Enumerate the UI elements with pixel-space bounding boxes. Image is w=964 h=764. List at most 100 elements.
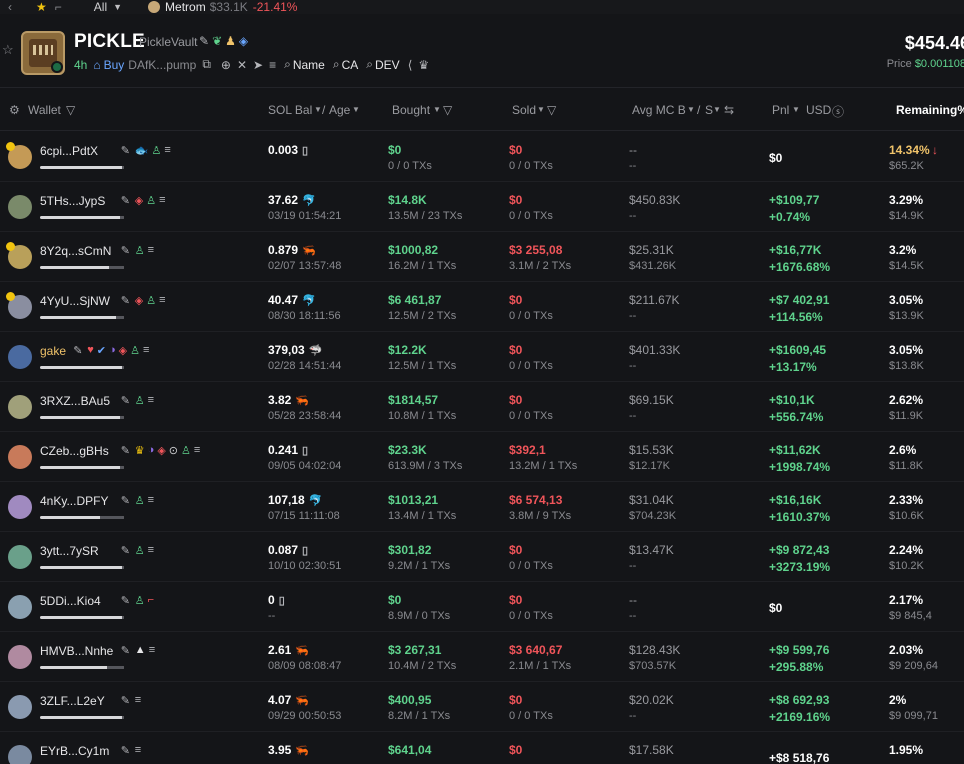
- edit-icon[interactable]: ✎: [121, 594, 130, 607]
- edit-icon[interactable]: ✎: [121, 394, 130, 407]
- col-avg-mc[interactable]: Avg MC B: [632, 103, 686, 117]
- sort-icon[interactable]: ▼: [314, 105, 322, 114]
- sort-icon[interactable]: ▼: [687, 105, 695, 114]
- table-row[interactable]: CZeb...gBHs ✎ ♛ ◑ ◈ ⊙ ♙ ≡ 0.241 ▯ 09/05 04:02:04 $2…: [0, 432, 964, 482]
- sort-icon[interactable]: ▼: [713, 105, 721, 114]
- star-icon[interactable]: ★: [36, 1, 47, 13]
- wallet-address[interactable]: 4YyU...SjNW: [40, 294, 110, 308]
- avatar[interactable]: [6, 242, 32, 269]
- sort-icon[interactable]: ▼: [352, 105, 360, 114]
- wallet-address[interactable]: CZeb...gBHs: [40, 444, 109, 458]
- contract-address[interactable]: DAfK...pump: [128, 58, 196, 72]
- chart-icon[interactable]: ⌐: [55, 1, 62, 13]
- chevron-down-icon[interactable]: ▼: [113, 2, 122, 12]
- wallet-address[interactable]: 6cpi...PdtX: [40, 144, 98, 158]
- col-wallet[interactable]: Wallet: [28, 103, 61, 117]
- col-sold[interactable]: Sold: [512, 103, 536, 117]
- telegram-icon[interactable]: ➤: [253, 58, 263, 72]
- table-row[interactable]: 5DDi...Kio4 ✎ ♙ ⌐ 0 ▯ -- $0 8.9M / 0 TXs $0 0 / 0 …: [0, 582, 964, 632]
- filter-icon[interactable]: ▽: [547, 103, 556, 117]
- filter-all-dropdown[interactable]: All: [94, 0, 107, 14]
- wallet-address[interactable]: 4nKy...DPFY: [40, 494, 108, 508]
- buy-icon[interactable]: ⌂: [93, 58, 100, 72]
- edit-icon[interactable]: ✎: [121, 144, 130, 157]
- globe-icon[interactable]: ⊕: [221, 58, 231, 72]
- token-avatar[interactable]: [148, 1, 161, 13]
- watch-token-name[interactable]: Metrom: [165, 0, 206, 14]
- star-outline-icon[interactable]: ☆: [2, 42, 14, 58]
- search-ca-link[interactable]: CA: [342, 58, 359, 72]
- table-row[interactable]: 3ZLF...L2eY ✎ ≡ 4.07 🦐 09/29 00:50:53 $400,95 8…: [0, 682, 964, 732]
- table-row[interactable]: 4YyU...SjNW ✎ ◈ ♙ ≡ 40.47 🐬 08/30 18:11:56 $6 46…: [0, 282, 964, 332]
- edit-icon[interactable]: ✎: [121, 544, 130, 557]
- avatar[interactable]: [8, 495, 32, 519]
- col-remaining[interactable]: Remaining%: [896, 103, 964, 117]
- edit-icon[interactable]: ✎: [121, 194, 130, 207]
- filter-icon[interactable]: ▽: [443, 103, 452, 117]
- wallet-address[interactable]: gake: [40, 344, 66, 358]
- share-icon[interactable]: ⟨: [408, 58, 413, 72]
- avatar[interactable]: [8, 695, 32, 719]
- edit-icon[interactable]: ✎: [73, 344, 82, 357]
- search-dev-link[interactable]: DEV: [375, 58, 400, 72]
- table-row[interactable]: 3ytt...7ySR ✎ ♙ ≡ 0.087 ▯ 10/10 02:30:51 $301,8…: [0, 532, 964, 582]
- copy-icon[interactable]: ⧉: [202, 57, 211, 72]
- wallet-address[interactable]: 5DDi...Kio4: [40, 594, 101, 608]
- wallet-address[interactable]: HMVB...Nnhe: [40, 644, 113, 658]
- avatar[interactable]: [6, 142, 32, 169]
- col-age[interactable]: Age: [329, 103, 350, 117]
- avatar[interactable]: [8, 445, 32, 469]
- crown-icon[interactable]: ♛: [418, 58, 429, 72]
- avatar[interactable]: [8, 345, 32, 369]
- col-bought[interactable]: Bought: [392, 103, 430, 117]
- wallet-address[interactable]: 5THs...JypS: [40, 194, 105, 208]
- col-usd[interactable]: USD: [806, 103, 831, 117]
- buy-link[interactable]: Buy: [104, 58, 125, 72]
- swap-icon[interactable]: ⇆: [724, 103, 734, 117]
- edit-icon[interactable]: ✎: [121, 444, 130, 457]
- avatar[interactable]: [8, 195, 32, 219]
- menu-icon[interactable]: ≡: [269, 58, 276, 72]
- dollar-toggle-icon[interactable]: ⓢ: [832, 103, 844, 120]
- edit-icon[interactable]: ✎: [121, 694, 130, 707]
- settings-icon[interactable]: ⚙: [9, 103, 20, 117]
- wallet-address[interactable]: 3RXZ...BAu5: [40, 394, 110, 408]
- avatar[interactable]: [8, 595, 32, 619]
- token-image[interactable]: [21, 31, 65, 75]
- table-row[interactable]: 3RXZ...BAu5 ✎ ♙ ≡ 3.82 🦐 05/28 23:58:44 $1814,5…: [0, 382, 964, 432]
- sort-icon[interactable]: ▼: [792, 105, 800, 114]
- table-row[interactable]: gake ✎ ♥ ✔ ◑ ◈ ♙ ≡ 379,03 🦈 02/28 14:51:44 $12.2K 12…: [0, 332, 964, 382]
- col-sol-bal[interactable]: SOL Bal: [268, 103, 312, 117]
- table-row[interactable]: 8Y2q...sCmN ✎ ♙ ≡ 0.879 🦐 02/07 13:57:48 $1000,…: [0, 232, 964, 282]
- wallet-address[interactable]: 8Y2q...sCmN: [40, 244, 111, 258]
- col-pnl[interactable]: Pnl: [772, 103, 789, 117]
- table-row[interactable]: 4nKy...DPFY ✎ ♙ ≡ 107,18 🐬 07/15 11:11:08 $1013…: [0, 482, 964, 532]
- search-dev-icon[interactable]: ⌕: [366, 57, 373, 72]
- twitter-icon[interactable]: ✕: [237, 58, 247, 72]
- edit-icon[interactable]: ✎: [121, 644, 130, 657]
- search-name-icon[interactable]: ⌕: [284, 57, 291, 72]
- edit-icon[interactable]: ✎: [121, 744, 130, 757]
- sort-icon[interactable]: ▼: [433, 105, 441, 114]
- edit-icon[interactable]: ✎: [199, 34, 209, 48]
- avatar[interactable]: [8, 645, 32, 669]
- avatar[interactable]: [8, 545, 32, 569]
- table-row[interactable]: EYrB...Cy1m ✎ ≡ 3.95 🦐 $641,04 $0 $17.58K +$8 51…: [0, 732, 964, 764]
- avatar[interactable]: [8, 745, 32, 764]
- search-name-link[interactable]: Name: [293, 58, 325, 72]
- filter-icon[interactable]: ▽: [66, 103, 75, 117]
- edit-icon[interactable]: ✎: [121, 494, 130, 507]
- chevron-left-icon[interactable]: ‹: [8, 1, 12, 13]
- wallet-address[interactable]: 3ZLF...L2eY: [40, 694, 105, 708]
- table-row[interactable]: 5THs...JypS ✎ ◈ ♙ ≡ 37.62 🐬 03/19 01:54:21 $14.8…: [0, 182, 964, 232]
- table-row[interactable]: 6cpi...PdtX ✎ 🐟 ♙ ≡ 0.003 ▯ $0 0 / 0 TXs $0 0 / 0 …: [0, 132, 964, 182]
- table-row[interactable]: HMVB...Nnhe ✎ ▲ ≡ 2.61 🦐 08/09 08:08:47 $3 267,…: [0, 632, 964, 682]
- col-avg-mc-s[interactable]: S: [705, 103, 713, 117]
- sort-icon[interactable]: ▼: [537, 105, 545, 114]
- edit-icon[interactable]: ✎: [121, 244, 130, 257]
- avatar[interactable]: [6, 292, 32, 319]
- wallet-address[interactable]: 3ytt...7ySR: [40, 544, 99, 558]
- wallet-address[interactable]: EYrB...Cy1m: [40, 744, 109, 758]
- avatar[interactable]: [8, 395, 32, 419]
- edit-icon[interactable]: ✎: [121, 294, 130, 307]
